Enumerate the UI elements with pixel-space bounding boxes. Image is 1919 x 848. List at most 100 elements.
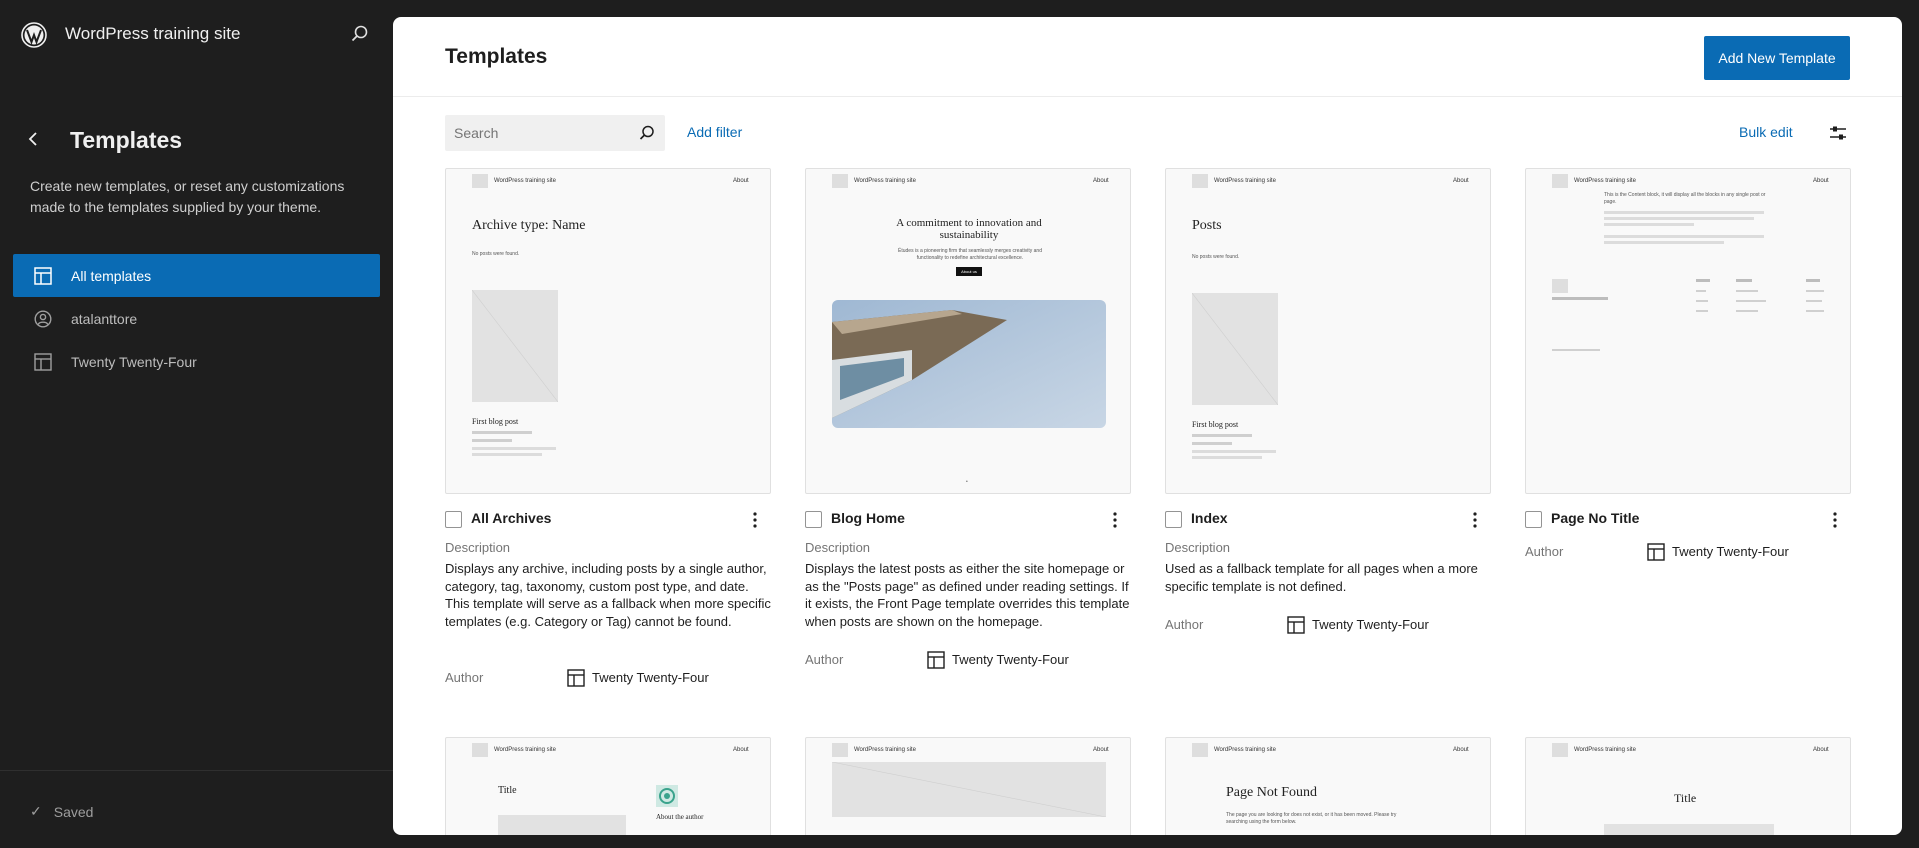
preview-logo — [832, 174, 848, 188]
preview-site-title: WordPress training site — [1574, 178, 1636, 184]
template-title[interactable]: Blog Home — [831, 510, 905, 526]
preview-footer-link — [1806, 290, 1824, 292]
preview-footer-link — [1696, 300, 1708, 302]
site-hub: WordPress training site — [0, 0, 393, 68]
template-title[interactable]: Index — [1191, 510, 1228, 526]
image-placeholder — [472, 290, 558, 402]
preview-heading: Archive type: Name — [472, 218, 586, 233]
preview-nav: About — [733, 747, 749, 753]
template-preview[interactable]: WordPress training site About — [805, 737, 1131, 835]
template-card: WordPress training site About Title Abou… — [445, 737, 771, 835]
more-actions-icon[interactable] — [1465, 509, 1485, 531]
author-row: Author Twenty Twenty-Four — [805, 650, 1131, 670]
template-preview[interactable]: WordPress training site About This is th… — [1525, 168, 1851, 494]
preview-note: The page you are looking for does not ex… — [1226, 812, 1397, 825]
more-actions-icon[interactable] — [1825, 509, 1845, 531]
author-name: Twenty Twenty-Four — [952, 652, 1069, 667]
search-icon[interactable] — [350, 24, 370, 44]
preview-side-heading: About the author — [656, 813, 704, 821]
image-placeholder — [1604, 824, 1774, 835]
sidebar-item-all-templates[interactable]: All templates — [13, 254, 380, 297]
template-card: WordPress training site About A commitme… — [805, 168, 1131, 669]
save-status-label: Saved — [53, 803, 94, 820]
preview-heading: A commitment to innovation and sustainab… — [896, 217, 1042, 241]
sidebar-item-atalanttore[interactable]: atalanttore — [13, 297, 380, 340]
preview-nav: About — [733, 178, 749, 184]
preview-nav: About — [1093, 747, 1109, 753]
author-label: Author — [1165, 617, 1204, 632]
page-title: Templates — [445, 45, 548, 68]
author-name: Twenty Twenty-Four — [1672, 544, 1789, 559]
search-input[interactable] — [445, 115, 631, 151]
preview-footer-title — [1552, 297, 1608, 300]
preview-paragraph — [1604, 217, 1754, 220]
sidebar-item-label: Twenty Twenty-Four — [71, 353, 197, 370]
select-checkbox[interactable] — [805, 511, 822, 528]
preview-footer-link — [1736, 310, 1758, 312]
author-label: Author — [805, 652, 844, 667]
card-header: All Archives — [445, 509, 771, 529]
template-title[interactable]: Page No Title — [1551, 510, 1639, 526]
preview-logo — [1552, 174, 1568, 188]
sidebar-description: Create new templates, or reset any custo… — [30, 178, 345, 215]
preview-footer-link — [1696, 310, 1708, 312]
template-card: WordPress training site About Page Not F… — [1165, 737, 1491, 835]
add-new-template-button[interactable]: Add New Template — [1704, 36, 1850, 80]
preview-pagination: • — [966, 479, 968, 485]
preview-paragraph — [1604, 211, 1764, 214]
template-title[interactable]: All Archives — [471, 510, 551, 526]
preview-excerpt — [1192, 456, 1262, 459]
preview-meta — [1192, 442, 1232, 445]
preview-site-title: WordPress training site — [854, 747, 916, 753]
layout-icon — [567, 669, 585, 687]
wordpress-logo-icon[interactable] — [21, 22, 47, 48]
template-preview[interactable]: WordPress training site About Posts No p… — [1165, 168, 1491, 494]
preview-heading: Posts — [1192, 218, 1222, 233]
preview-site-title: WordPress training site — [854, 178, 916, 184]
sidebar-item-label: All templates — [71, 267, 152, 284]
chevron-left-icon[interactable] — [22, 128, 44, 150]
preview-meta — [472, 431, 532, 434]
sidebar-item-twenty-twenty-four[interactable]: Twenty Twenty-Four — [13, 340, 380, 383]
select-checkbox[interactable] — [1525, 511, 1542, 528]
preview-site-title: WordPress training site — [1574, 747, 1636, 753]
divider — [0, 770, 393, 771]
search-field — [445, 115, 665, 151]
preview-excerpt — [472, 447, 556, 450]
view-options-icon[interactable] — [1827, 122, 1849, 144]
layout-icon — [1287, 616, 1305, 634]
layout-icon — [1647, 543, 1665, 561]
preview-footer-link — [1736, 290, 1758, 292]
preview-post-title: First blog post — [472, 417, 519, 426]
sidebar: WordPress training site Templates Create… — [0, 0, 393, 848]
author-row: Author Twenty Twenty-Four — [1165, 615, 1491, 635]
template-card: WordPress training site About Archive ty… — [445, 168, 771, 687]
preview-site-title: WordPress training site — [494, 178, 556, 184]
layout-icon — [927, 651, 945, 669]
preview-footer-link — [1736, 300, 1766, 302]
template-preview[interactable]: WordPress training site About Title Abou… — [445, 737, 771, 835]
layout-icon — [33, 266, 53, 286]
select-checkbox[interactable] — [1165, 511, 1182, 528]
preview-footer-logo — [1552, 279, 1568, 293]
template-preview[interactable]: WordPress training site About Title — [1525, 737, 1851, 835]
preview-nav: About — [1813, 747, 1829, 753]
more-actions-icon[interactable] — [1105, 509, 1125, 531]
more-actions-icon[interactable] — [745, 509, 765, 531]
template-preview[interactable]: WordPress training site About Archive ty… — [445, 168, 771, 494]
select-checkbox[interactable] — [445, 511, 462, 528]
add-filter-button[interactable]: Add filter — [687, 124, 742, 140]
template-description: Used as a fallback template for all page… — [1165, 561, 1478, 594]
template-card: WordPress training site About Posts No p… — [1165, 168, 1491, 634]
bulk-edit-button[interactable]: Bulk edit — [1739, 124, 1793, 140]
preview-site-title: WordPress training site — [1214, 747, 1276, 753]
description-label: Description — [1165, 540, 1231, 555]
preview-excerpt — [472, 453, 542, 456]
template-card: WordPress training site About — [805, 737, 1131, 835]
template-preview[interactable]: WordPress training site About A commitme… — [805, 168, 1131, 494]
site-title[interactable]: WordPress training site — [65, 24, 240, 44]
author-row: Author Twenty Twenty-Four — [1525, 542, 1851, 562]
preview-meta — [1192, 434, 1252, 437]
template-preview[interactable]: WordPress training site About Page Not F… — [1165, 737, 1491, 835]
preview-note: Études is a pioneering firm that seamles… — [898, 248, 1042, 261]
